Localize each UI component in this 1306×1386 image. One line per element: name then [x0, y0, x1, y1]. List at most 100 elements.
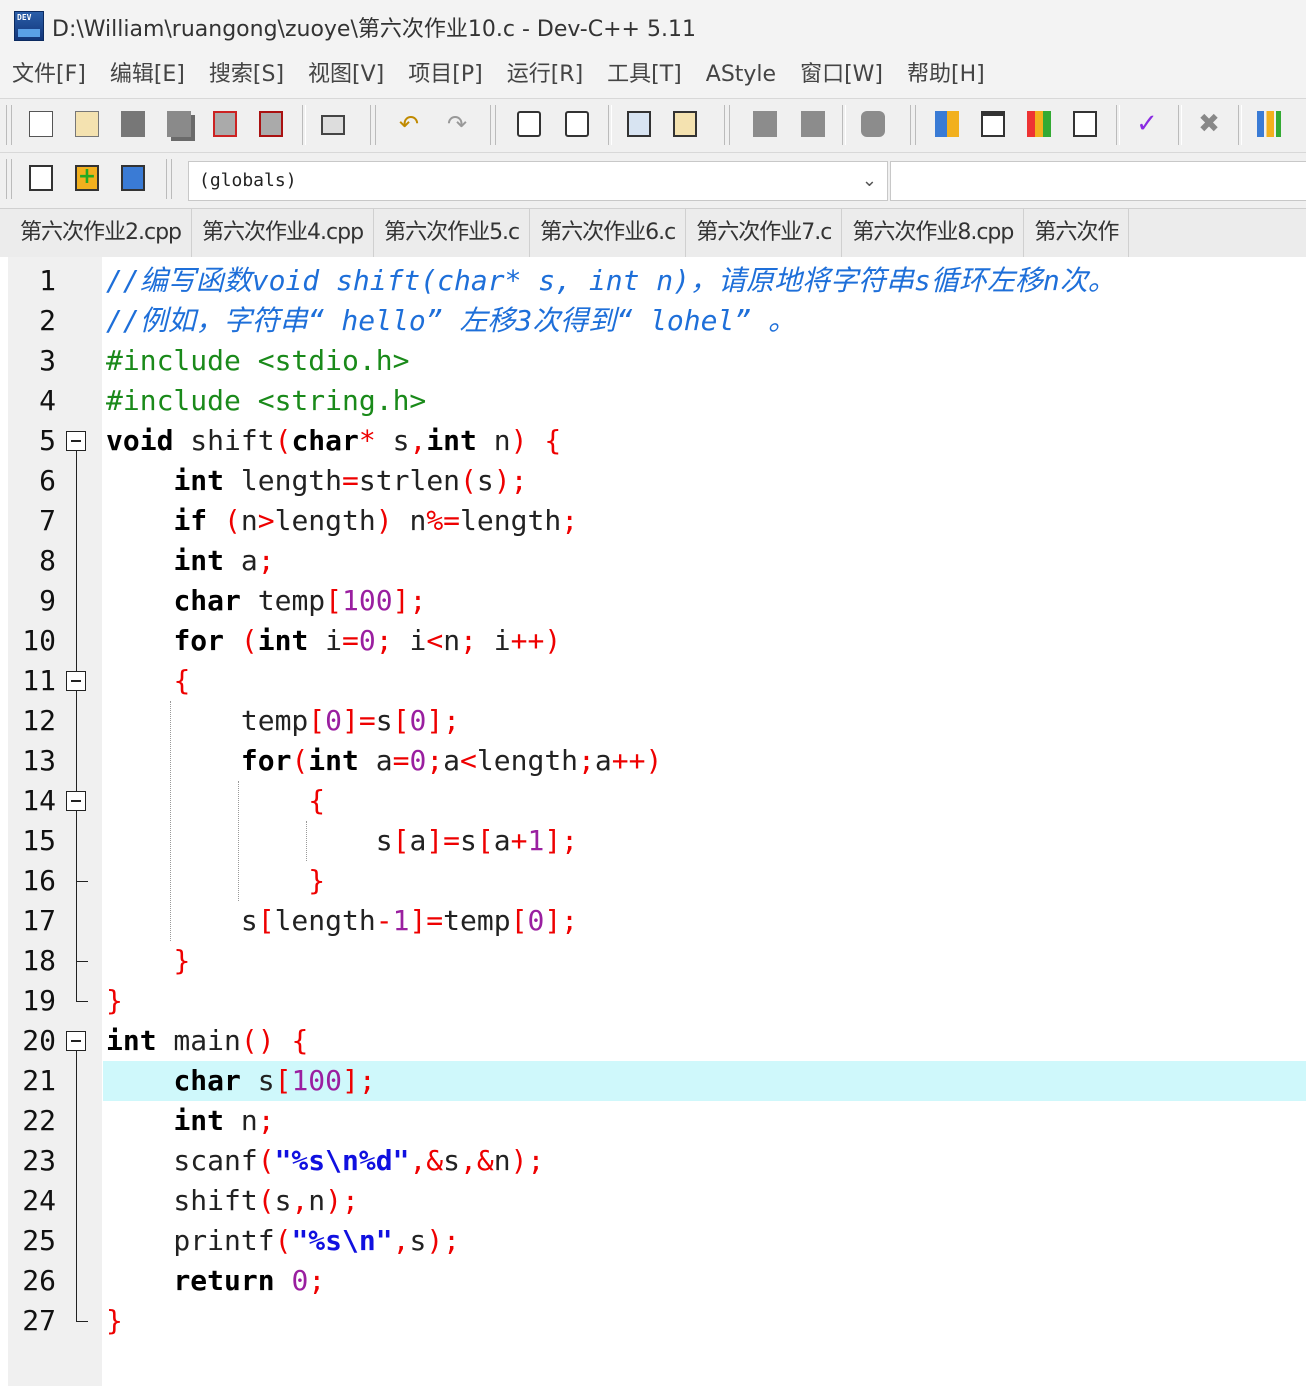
toolbar-grip[interactable] — [724, 105, 730, 145]
code-line[interactable]: 12 temp[0]=s[0]; — [0, 701, 1306, 741]
code-token: ]= — [342, 704, 376, 737]
stop-button[interactable]: ✖ — [1192, 107, 1226, 141]
code-line[interactable]: 20 int main() { — [0, 1021, 1306, 1061]
tab-file[interactable]: 第六次作业2.cpp — [0, 209, 193, 257]
code-line[interactable]: 27} — [0, 1301, 1306, 1341]
member-select[interactable] — [890, 161, 1306, 201]
toolbar-grip[interactable] — [490, 105, 496, 145]
line-number: 3 — [39, 344, 56, 377]
code-token: n — [224, 1104, 258, 1137]
indent-button[interactable] — [622, 107, 656, 141]
code-text: int a; — [106, 541, 274, 581]
print-button[interactable] — [316, 107, 350, 141]
unindent-button[interactable] — [668, 107, 702, 141]
code-line[interactable]: 19} — [0, 981, 1306, 1021]
add-plus-icon: + — [75, 165, 99, 191]
add-bookmark-button[interactable]: + — [70, 161, 104, 195]
toolbar-grip[interactable] — [910, 105, 916, 145]
code-text: char temp[100]; — [106, 581, 426, 621]
new-file-button[interactable] — [24, 107, 58, 141]
code-line[interactable]: 18 } — [0, 941, 1306, 981]
open-file-button[interactable] — [70, 107, 104, 141]
code-line[interactable]: 13 for(int a=0;a<length;a++) — [0, 741, 1306, 781]
code-line[interactable]: 15 s[a]=s[a+1]; — [0, 821, 1306, 861]
tab-file[interactable]: 第六次作业8.cpp — [842, 209, 1025, 257]
code-token: int — [173, 464, 225, 497]
chevron-down-icon[interactable]: ⌄ — [862, 170, 877, 191]
toolbar-grip[interactable] — [6, 105, 12, 145]
close-file-button[interactable] — [208, 107, 242, 141]
code-token: 0 — [358, 624, 376, 657]
tab-file[interactable]: 第六次作业6.c — [530, 209, 687, 257]
code-line[interactable]: 14 { — [0, 781, 1306, 821]
code-line[interactable]: 8 int a; — [0, 541, 1306, 581]
debug-button[interactable] — [856, 107, 890, 141]
tab-file[interactable]: 第六次作业5.c — [374, 209, 531, 257]
fold-toggle-icon[interactable] — [66, 1031, 86, 1051]
code-line[interactable]: 17 s[length-1]=temp[0]; — [0, 901, 1306, 941]
menu-run[interactable]: 运行[R] — [495, 52, 595, 98]
menu-window[interactable]: 窗口[W] — [788, 52, 895, 98]
code-line[interactable]: 7 if (n>length) n%=length; — [0, 501, 1306, 541]
save-all-button[interactable] — [162, 107, 196, 141]
new-project-button[interactable] — [930, 107, 964, 141]
code-line[interactable]: 21 char s[100]; — [0, 1061, 1306, 1101]
toolbar-separator — [1178, 105, 1182, 145]
profile-button[interactable] — [1252, 107, 1286, 141]
run-button[interactable] — [796, 107, 830, 141]
find-button[interactable] — [512, 107, 546, 141]
check-syntax-button[interactable]: ✓ — [1130, 107, 1164, 141]
toolbar-grip[interactable] — [370, 105, 376, 145]
code-line[interactable]: 26 return 0; — [0, 1261, 1306, 1301]
redo-button[interactable]: ↷ — [440, 107, 474, 141]
code-line[interactable]: 1 //编写函数void shift(char* s, int n)，请原地将字符… — [0, 261, 1306, 301]
scope-select[interactable]: (globals) ⌄ — [188, 161, 888, 201]
replace-button[interactable] — [560, 107, 594, 141]
fold-toggle-icon[interactable] — [66, 431, 86, 451]
menu-astyle[interactable]: AStyle — [694, 52, 788, 98]
fold-toggle-icon[interactable] — [66, 671, 86, 691]
tab-file[interactable]: 第六次作 — [1024, 209, 1130, 257]
close-all-icon — [259, 111, 283, 137]
code-line[interactable]: 10 for (int i=0; i<n; i++) — [0, 621, 1306, 661]
code-line[interactable]: 11 { — [0, 661, 1306, 701]
menu-help[interactable]: 帮助[H] — [895, 52, 997, 98]
code-editor[interactable]: 1 //编写函数void shift(char* s, int n)，请原地将字符… — [0, 257, 1306, 1386]
fold-toggle-icon[interactable] — [66, 791, 86, 811]
code-token: %= — [426, 504, 461, 537]
code-line[interactable]: 16 } — [0, 861, 1306, 901]
menu-view[interactable]: 视图[V] — [296, 52, 396, 98]
tab-file[interactable]: 第六次作业7.c — [686, 209, 843, 257]
window-button[interactable] — [976, 107, 1010, 141]
code-line[interactable]: 23 scanf("%s\n%d",&s,&n); — [0, 1141, 1306, 1181]
code-line[interactable]: 25 printf("%s\n",s); — [0, 1221, 1306, 1261]
goto-bookmark-button[interactable] — [116, 161, 150, 195]
toolbar-grip[interactable] — [6, 159, 12, 199]
tile-windows-button[interactable] — [1068, 107, 1102, 141]
tab-file[interactable]: 第六次作业4.cpp — [192, 209, 375, 257]
menu-edit[interactable]: 编辑[E] — [98, 52, 197, 98]
code-line[interactable]: 9 char temp[100]; — [0, 581, 1306, 621]
code-line[interactable]: 22 int n; — [0, 1101, 1306, 1141]
code-line[interactable]: 2 //例如，字符串“ hello” 左移3次得到“ lohel” 。 — [0, 301, 1306, 341]
save-button[interactable] — [116, 107, 150, 141]
undo-button[interactable]: ↶ — [392, 107, 426, 141]
code-line[interactable]: 6 int length=strlen(s); — [0, 461, 1306, 501]
menu-search[interactable]: 搜索[S] — [197, 52, 296, 98]
code-text: s[length-1]=temp[0]; — [106, 901, 578, 941]
code-line[interactable]: 5 void shift(char* s,int n) { — [0, 421, 1306, 461]
class-browser-button[interactable] — [1022, 107, 1056, 141]
compile-button[interactable] — [748, 107, 782, 141]
insert-button[interactable] — [24, 161, 58, 195]
menu-project[interactable]: 项目[P] — [396, 52, 494, 98]
code-line[interactable]: 4 #include <string.h> — [0, 381, 1306, 421]
menu-file[interactable]: 文件[F] — [0, 52, 98, 98]
menu-tools[interactable]: 工具[T] — [595, 52, 694, 98]
close-all-button[interactable] — [254, 107, 288, 141]
fold-line — [76, 441, 77, 1001]
indent-guide — [170, 701, 171, 941]
toolbar-grip[interactable] — [166, 159, 172, 199]
code-line[interactable]: 24 shift(s,n); — [0, 1181, 1306, 1221]
code-line[interactable]: 3 #include <stdio.h> — [0, 341, 1306, 381]
